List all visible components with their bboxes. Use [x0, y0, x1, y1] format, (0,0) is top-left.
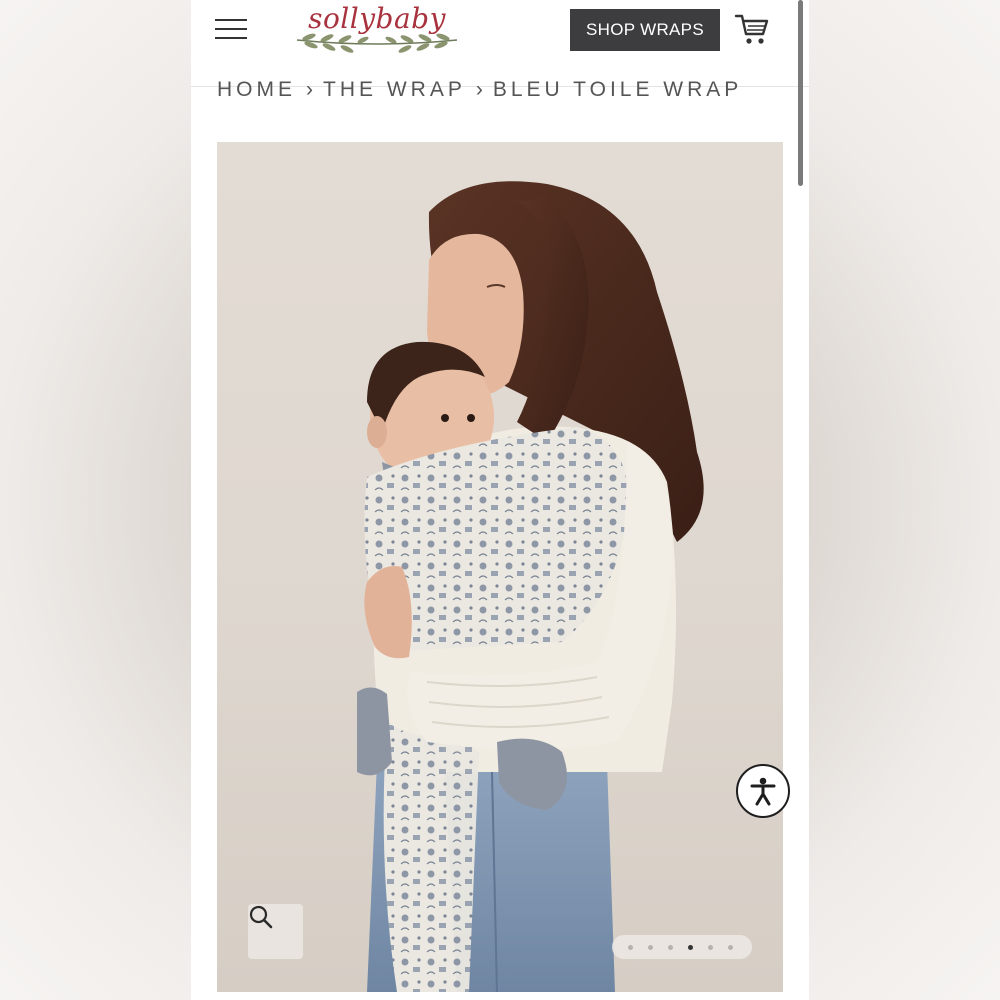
product-photo-illustration — [357, 181, 704, 992]
magnifier-icon — [249, 905, 273, 929]
pagination-dot[interactable] — [628, 945, 633, 950]
breadcrumb-separator: › — [306, 78, 313, 101]
hamburger-menu-icon[interactable] — [215, 17, 249, 41]
sollybaby-logo[interactable]: sollybaby — [289, 2, 465, 58]
pagination-dot[interactable] — [688, 945, 693, 950]
breadcrumb-current: BLEU TOILE WRAP — [492, 78, 743, 101]
breadcrumb-separator: › — [475, 78, 483, 101]
product-image[interactable] — [217, 142, 783, 992]
pagination-dot[interactable] — [728, 945, 733, 950]
pagination-dot[interactable] — [668, 945, 673, 950]
scrollbar[interactable] — [798, 0, 803, 186]
shop-wraps-button[interactable]: SHOP WRAPS — [570, 9, 720, 51]
breadcrumb: HOME › THE WRAP › BLEU TOILE WRAP — [217, 76, 742, 102]
pagination-dot[interactable] — [648, 945, 653, 950]
site-header: sollybaby SHOP WRAPS — [191, 0, 809, 87]
mobile-page: sollybaby SHOP WRAPS HOME › THE WRAP › B… — [191, 0, 809, 1000]
laurel-branch-icon — [296, 33, 458, 53]
breadcrumb-home[interactable]: HOME — [217, 78, 296, 101]
shopping-cart-icon[interactable] — [734, 11, 770, 47]
pagination-dot[interactable] — [708, 945, 713, 950]
breadcrumb-the-wrap[interactable]: THE WRAP — [323, 78, 466, 101]
slide-pagination — [612, 935, 752, 959]
accessibility-person-icon[interactable] — [736, 764, 790, 818]
zoom-button[interactable] — [248, 904, 303, 959]
